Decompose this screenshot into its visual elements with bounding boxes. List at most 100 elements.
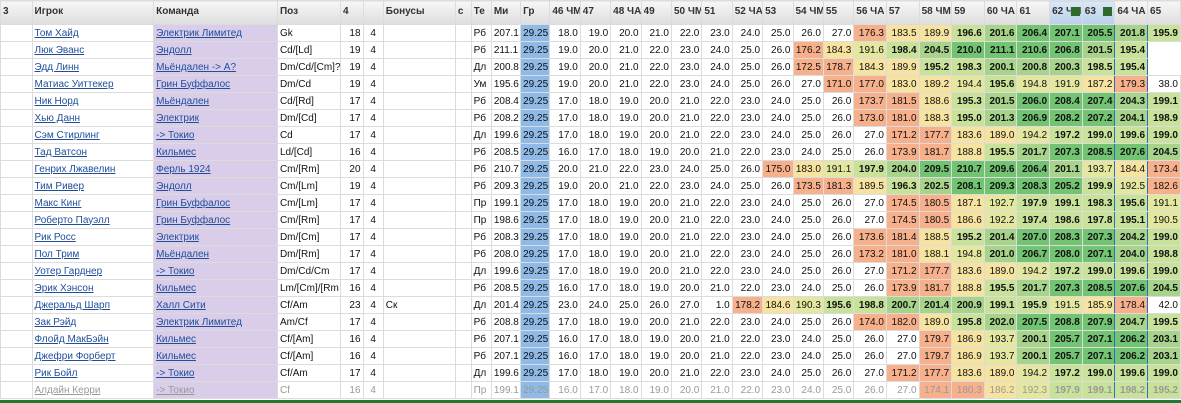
- column-header-c65[interactable]: 65: [1147, 0, 1181, 25]
- table-row[interactable]: Флойд МакБэйн Кильмес Cf/[Am] 16 4 Рб 207.1 29.…: [0, 330, 1181, 348]
- player-name-link[interactable]: Уотер Гарднер: [31, 262, 155, 280]
- player-name-link[interactable]: Алдайн Керри: [31, 381, 155, 399]
- table-row[interactable]: Уотер Гарднер -> Токио Dm/Cd/Cm 17 4 Дл 199.6 2…: [0, 262, 1181, 280]
- column-header-c57[interactable]: 57: [885, 0, 920, 25]
- column-header-c53[interactable]: 53: [762, 0, 794, 25]
- column-header-c50[interactable]: 50 ЧМ: [670, 0, 703, 25]
- table-row[interactable]: Матиас Уиттекер Грин Буффалос Dm/Cd 19 4 Ум 19…: [0, 75, 1181, 93]
- column-header-c62[interactable]: 62 ЧМ: [1049, 0, 1083, 25]
- filter-icon[interactable]: [372, 7, 381, 16]
- team-name-link[interactable]: Кильмес: [153, 279, 278, 297]
- team-name-link[interactable]: Эндолл: [153, 177, 278, 195]
- player-name-link[interactable]: Люк Эванс: [31, 41, 155, 59]
- team-name-link[interactable]: Кильмес: [153, 330, 278, 348]
- team-name-link[interactable]: -> Токио: [153, 381, 278, 399]
- player-name-link[interactable]: Тим Ривер: [31, 177, 155, 195]
- player-name-link[interactable]: Тад Ватсон: [31, 143, 155, 161]
- table-row[interactable]: Тад Ватсон Кильмес Ld/[Cd] 16 4 Рб 208.5 29.25 1…: [0, 143, 1181, 161]
- table-row[interactable]: Хью Данн Электрик Dm/[Cd] 17 4 Рб 208.2 29.25 17…: [0, 109, 1181, 127]
- filter-icon[interactable]: [630, 7, 639, 16]
- player-name-link[interactable]: Хью Данн: [31, 109, 155, 127]
- table-row[interactable]: Ник Норд Мьёндален Cd/[Rd] 17 4 Рб 208.4 29.25 1…: [0, 92, 1181, 110]
- column-header-c63[interactable]: 63: [1081, 0, 1116, 25]
- column-header-age[interactable]: 4: [340, 0, 364, 25]
- table-row[interactable]: Генрих Лжавелин Ферль 1924 Cm/[Rm] 20 4 Рб 210…: [0, 160, 1181, 178]
- player-name-link[interactable]: Эрик Хэнсон: [31, 279, 155, 297]
- column-header-bonus[interactable]: Бонусы: [382, 0, 456, 25]
- column-header-c49[interactable]: 49: [640, 0, 672, 25]
- player-name-link[interactable]: Пол Трим: [31, 245, 155, 263]
- column-header-c56[interactable]: 56 ЧА: [853, 0, 887, 25]
- filter-icon[interactable]: [21, 7, 30, 16]
- filter-icon[interactable]: [842, 7, 851, 16]
- table-row[interactable]: Эдд Линн Мьёндален -> А? Dm/Cd/[Cm]? 19 4 Дл 2…: [0, 58, 1181, 76]
- column-header-c60[interactable]: 60 ЧА: [983, 0, 1018, 25]
- table-row[interactable]: Сэм Стирлинг -> Токио Cd 17 4 Дл 199.6 29.25 17.…: [0, 126, 1181, 144]
- column-header-c47[interactable]: 47: [579, 0, 612, 25]
- filter-icon[interactable]: [875, 7, 884, 16]
- column-header-team[interactable]: Команда: [153, 0, 278, 25]
- team-name-link[interactable]: Электрик: [153, 228, 278, 246]
- team-name-link[interactable]: Грин Буффалос: [153, 211, 278, 229]
- team-name-link[interactable]: Мьёндален: [153, 245, 278, 263]
- player-name-link[interactable]: Ник Норд: [31, 92, 155, 110]
- column-header-pos[interactable]: Поз: [276, 0, 342, 25]
- filter-icon[interactable]: [460, 7, 469, 16]
- filter-icon[interactable]: [940, 7, 949, 16]
- team-name-link[interactable]: -> Токио: [153, 262, 278, 280]
- player-name-link[interactable]: Матиас Уиттекер: [31, 75, 155, 93]
- filter-icon[interactable]: [1005, 7, 1014, 16]
- column-header-c61[interactable]: 61: [1016, 0, 1051, 25]
- filter-icon[interactable]: [329, 7, 338, 16]
- column-header-c48[interactable]: 48 ЧА: [610, 0, 642, 25]
- filter-icon[interactable]: [690, 7, 699, 16]
- filter-icon[interactable]: [509, 7, 518, 16]
- team-name-link[interactable]: Кильмес: [153, 347, 278, 365]
- team-name-link[interactable]: Эндолл: [153, 41, 278, 59]
- column-header-c59[interactable]: 59: [951, 0, 985, 25]
- table-row[interactable]: Рик Бойл -> Токио Cf/Am 17 4 Дл 199.6 29.25 17.0…: [0, 364, 1181, 382]
- table-row[interactable]: Джеральд Шарп Халл Сити Cf/Am 23 4 Ск Дл 201.4 2…: [0, 296, 1181, 314]
- column-header-c51[interactable]: 51: [701, 0, 733, 25]
- team-name-link[interactable]: Электрик Лимитед: [153, 313, 278, 331]
- column-header-c8[interactable]: с: [454, 0, 472, 25]
- player-name-link[interactable]: Джефри Форберт: [31, 347, 155, 365]
- team-name-link[interactable]: Мьёндален: [153, 92, 278, 110]
- team-name-link[interactable]: Грин Буффалос: [153, 194, 278, 212]
- column-header-c54[interactable]: 54 ЧМ: [792, 0, 824, 25]
- filter-icon[interactable]: [812, 7, 821, 16]
- filter-icon[interactable]: [660, 7, 669, 16]
- player-name-link[interactable]: Генрих Лжавелин: [31, 160, 155, 178]
- column-header-c6[interactable]: [362, 0, 384, 25]
- column-header-c58[interactable]: 58 ЧМ: [918, 0, 953, 25]
- filter-icon[interactable]: [1103, 7, 1113, 16]
- team-name-link[interactable]: Грин Буффалос: [153, 75, 278, 93]
- team-name-link[interactable]: Ферль 1924: [153, 160, 278, 178]
- filter-icon[interactable]: [266, 7, 275, 16]
- filter-icon[interactable]: [142, 7, 151, 16]
- filter-icon[interactable]: [480, 7, 489, 16]
- filter-icon[interactable]: [751, 7, 760, 16]
- filter-icon[interactable]: [782, 7, 791, 16]
- filter-icon[interactable]: [599, 7, 608, 16]
- team-name-link[interactable]: Мьёндален -> А?: [153, 58, 278, 76]
- table-row[interactable]: Алдайн Керри -> Токио Cf 16 4 Пр 199.1 29.25 16.…: [0, 381, 1181, 399]
- player-name-link[interactable]: Том Хайд: [31, 24, 155, 42]
- player-name-link[interactable]: Макс Кинг: [31, 194, 155, 212]
- filter-icon[interactable]: [908, 7, 917, 16]
- table-row[interactable]: Рик Росс Электрик Dm/[Cm] 17 4 Рб 208.3 29.25 17…: [0, 228, 1181, 246]
- player-name-link[interactable]: Роберто Пауэлл: [31, 211, 155, 229]
- filter-icon[interactable]: [1136, 7, 1145, 16]
- filter-icon[interactable]: [1070, 7, 1080, 16]
- filter-icon[interactable]: [569, 7, 578, 16]
- team-name-link[interactable]: -> Токио: [153, 364, 278, 382]
- column-header-c55[interactable]: 55: [822, 0, 855, 25]
- player-name-link[interactable]: Зак Рэйд: [31, 313, 155, 331]
- table-row[interactable]: Пол Трим Мьёндален Dm/[Rm] 17 4 Рб 208.0 29.25 1…: [0, 245, 1181, 263]
- player-name-link[interactable]: Рик Бойл: [31, 364, 155, 382]
- column-header-m[interactable]: Ми: [490, 0, 522, 25]
- team-name-link[interactable]: Халл Сити: [153, 296, 278, 314]
- table-row[interactable]: Тим Ривер Эндолл Cm/[Lm] 19 4 Рб 209.3 29.25 19.…: [0, 177, 1181, 195]
- table-row[interactable]: Эрик Хэнсон Кильмес Lm/[Cm]/[Rm 16 4 Рб 208.5 2…: [0, 279, 1181, 297]
- filter-icon[interactable]: [721, 7, 730, 16]
